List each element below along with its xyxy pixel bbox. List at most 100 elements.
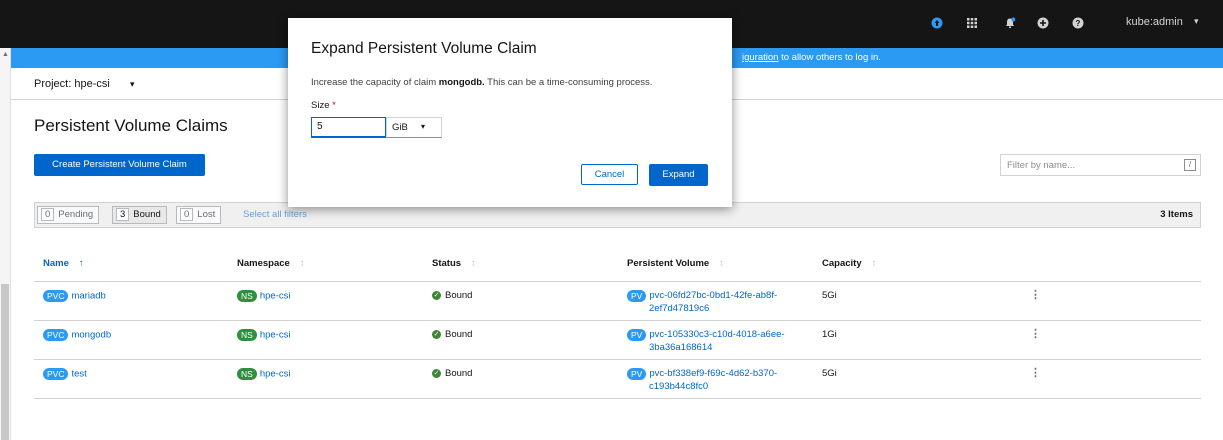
user-menu-caret-icon[interactable]: ▾ [1194, 16, 1199, 27]
namespace-badge: NS [237, 290, 257, 302]
modal-description: Increase the capacity of claim mongodb. … [311, 77, 652, 88]
column-header-capacity[interactable]: Capacity ↕ [822, 258, 876, 269]
items-count: 3 Items [1160, 209, 1193, 220]
size-input[interactable]: 5 [311, 117, 386, 138]
status-text: Bound [445, 329, 473, 340]
banner-text: iguration to allow others to log in. [742, 48, 881, 68]
table-row: PVC mariadb NS hpe-csi ✓ Bound PV pvc-06fd27… [34, 282, 1201, 321]
namespace-link[interactable]: hpe-csi [260, 369, 291, 380]
column-header-name[interactable]: Name ↑ [43, 258, 84, 269]
pv-link-cont[interactable]: 2ef7d47819c6 [627, 302, 817, 315]
check-circle-icon: ✓ [432, 291, 441, 300]
chip-count: 0 [180, 208, 194, 221]
required-mark: * [332, 100, 336, 111]
project-caret-icon[interactable]: ▾ [130, 79, 135, 90]
namespace-cell: NS hpe-csi [237, 290, 290, 302]
header-label: Name [43, 258, 69, 269]
svg-text:?: ? [1076, 19, 1081, 28]
cancel-button[interactable]: Cancel [581, 164, 638, 185]
create-pvc-button[interactable]: Create Persistent Volume Claim [34, 154, 205, 176]
namespace-badge: NS [237, 329, 257, 341]
persistent-volume-cell: PV pvc-bf338ef9-f69c-4d62-b370- c193b44c8f… [627, 367, 817, 393]
desc-prefix: Increase the capacity of claim [311, 77, 439, 88]
upload-icon[interactable] [931, 17, 943, 29]
pvc-name-cell: PVC mongodb [43, 329, 111, 341]
pv-link-cont[interactable]: c193b44c8fc0 [627, 380, 817, 393]
banner-message: to allow others to log in. [778, 52, 881, 63]
pvc-badge: PVC [43, 329, 69, 341]
sort-icon: ↕ [871, 258, 877, 269]
scroll-thumb[interactable] [1, 284, 9, 440]
chip-count: 3 [116, 208, 130, 221]
left-scrollbar[interactable]: ▲ [0, 48, 11, 440]
size-label-text: Size [311, 100, 330, 111]
capacity-cell: 5Gi [822, 368, 837, 379]
help-icon[interactable]: ? [1072, 17, 1084, 29]
pv-badge: PV [627, 328, 647, 341]
kebab-menu-icon[interactable]: ⋮ [1030, 290, 1041, 301]
pvc-name-cell: PVC mariadb [43, 290, 106, 302]
app-grid-icon[interactable] [966, 17, 978, 29]
user-menu[interactable]: kube:admin [1126, 16, 1183, 28]
pvc-name-cell: PVC test [43, 368, 87, 380]
column-header-status[interactable]: Status ↕ [432, 258, 476, 269]
pv-link[interactable]: pvc-06fd27bc-0bd1-42fe-ab8f- [649, 290, 777, 301]
pv-link[interactable]: pvc-105330c3-c10d-4018-a6ee- [649, 329, 784, 340]
persistent-volume-cell: PV pvc-06fd27bc-0bd1-42fe-ab8f- 2ef7d47819… [627, 289, 817, 315]
status-cell: ✓ Bound [432, 329, 472, 340]
pv-link[interactable]: pvc-bf338ef9-f69c-4d62-b370- [649, 368, 777, 379]
table-row: PVC test NS hpe-csi ✓ Bound PV pvc-bf338ef9-… [34, 360, 1201, 399]
filter-chip-lost[interactable]: 0 Lost [176, 206, 222, 224]
claim-name: mongodb. [438, 77, 485, 88]
sort-ascending-icon: ↑ [78, 258, 84, 269]
kebab-menu-icon[interactable]: ⋮ [1030, 329, 1041, 340]
filter-placeholder: Filter by name... [1007, 160, 1076, 171]
capacity-cell: 1Gi [822, 329, 837, 340]
notifications-icon[interactable] [1004, 17, 1016, 29]
desc-suffix: This can be a time-consuming process. [484, 77, 653, 88]
sort-icon: ↕ [299, 258, 305, 269]
pvc-badge: PVC [43, 290, 69, 302]
capacity-cell: 5Gi [822, 290, 837, 301]
pvc-badge: PVC [43, 368, 69, 380]
page-title: Persistent Volume Claims [34, 116, 228, 135]
chip-count: 0 [41, 208, 55, 221]
header-label: Capacity [822, 258, 862, 269]
namespace-link[interactable]: hpe-csi [260, 291, 291, 302]
column-header-persistent-volume[interactable]: Persistent Volume ↕ [627, 258, 724, 269]
filter-chip-pending[interactable]: 0 Pending [37, 206, 100, 224]
check-circle-icon: ✓ [432, 330, 441, 339]
status-cell: ✓ Bound [432, 368, 472, 379]
pvc-name-link[interactable]: mariadb [71, 291, 105, 302]
select-all-filters-link[interactable]: Select all filters [243, 209, 307, 220]
unit-caret-icon: ▾ [421, 122, 426, 131]
pvc-name-link[interactable]: mongodb [71, 330, 111, 341]
filter-chip-bound[interactable]: 3 Bound [112, 206, 167, 224]
project-selector[interactable]: Project: hpe-csi [34, 78, 110, 90]
chip-label: Pending [58, 209, 94, 220]
kebab-menu-icon[interactable]: ⋮ [1030, 368, 1041, 379]
chip-label: Bound [133, 209, 161, 220]
header-label: Namespace [237, 258, 290, 269]
column-header-namespace[interactable]: Namespace ↕ [237, 258, 305, 269]
status-text: Bound [445, 290, 473, 301]
status-cell: ✓ Bound [432, 290, 472, 301]
namespace-badge: NS [237, 368, 257, 380]
expand-button[interactable]: Expand [649, 164, 708, 186]
unit-select[interactable]: GiB ▾ [386, 117, 442, 138]
keyboard-shortcut-icon: / [1184, 159, 1196, 171]
header-label: Persistent Volume [627, 258, 710, 269]
sort-icon: ↕ [719, 258, 724, 269]
banner-link[interactable]: iguration [742, 52, 778, 63]
size-label: Size * [311, 100, 336, 111]
sort-icon: ↕ [471, 258, 476, 269]
filter-by-name-input[interactable]: Filter by name... / [1000, 154, 1201, 176]
namespace-link[interactable]: hpe-csi [260, 330, 291, 341]
add-icon[interactable] [1037, 17, 1049, 29]
pv-badge: PV [627, 289, 647, 302]
pv-link-cont[interactable]: 3ba36a168614 [627, 341, 817, 354]
pv-badge: PV [627, 367, 647, 380]
scroll-up-icon[interactable]: ▲ [2, 51, 9, 58]
pvc-name-link[interactable]: test [71, 369, 86, 380]
chip-label: Lost [197, 209, 216, 220]
